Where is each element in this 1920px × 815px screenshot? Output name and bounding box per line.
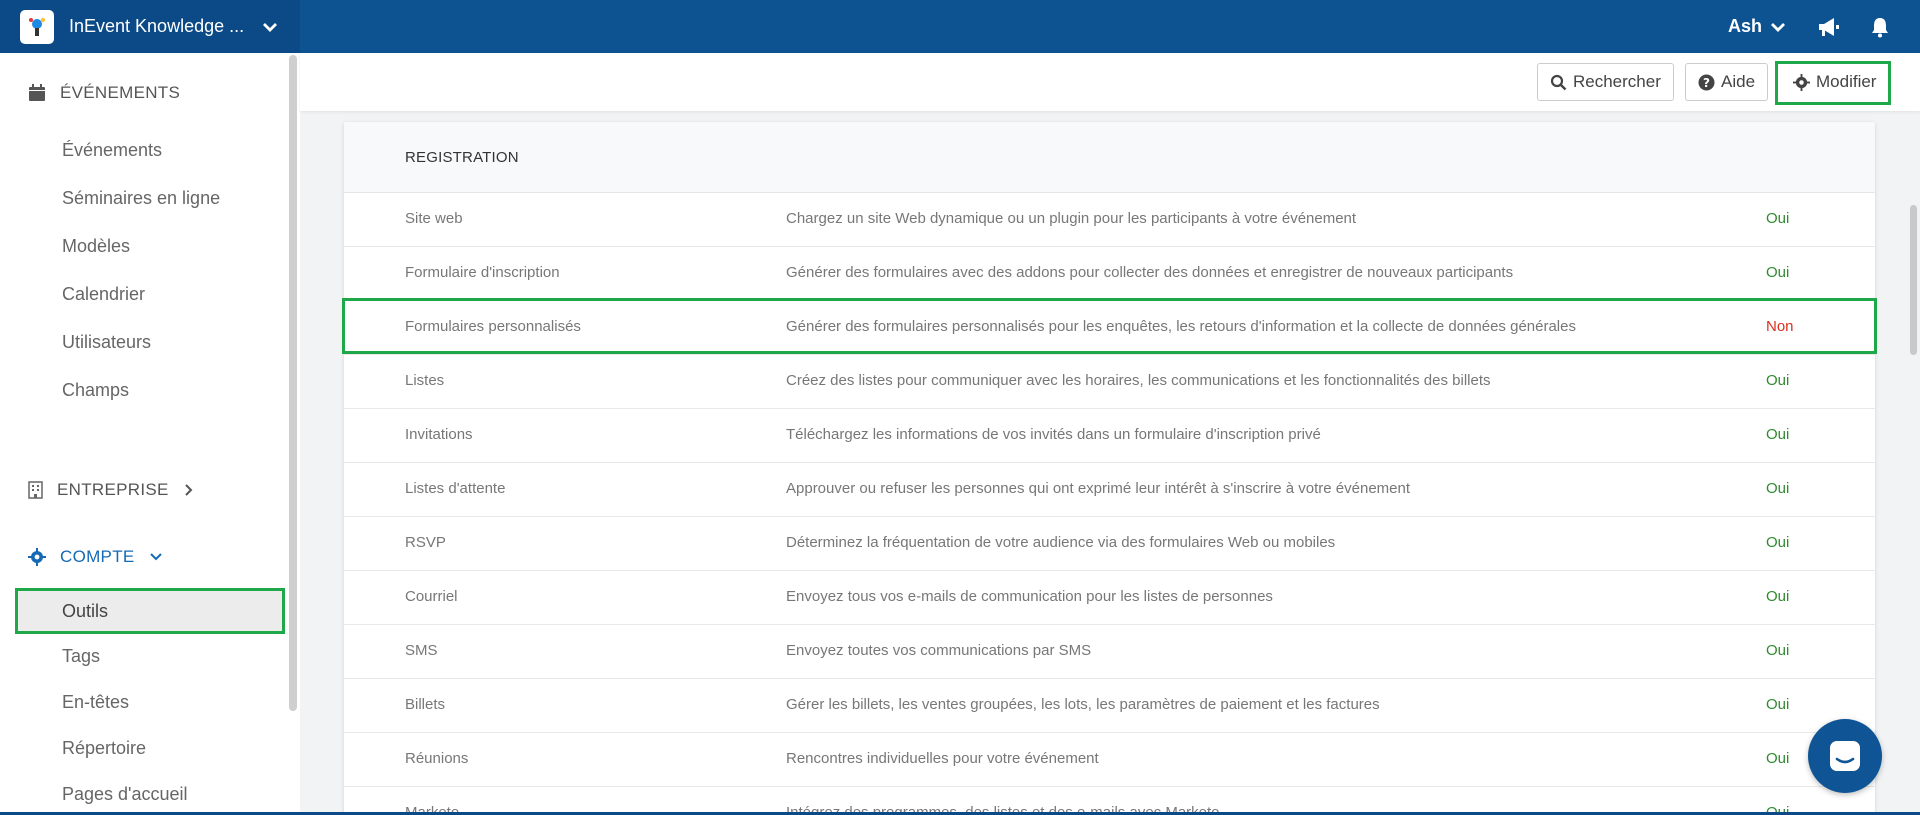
app-switcher[interactable]: InEvent Knowledge ... — [0, 0, 300, 53]
tool-status[interactable]: Oui — [1766, 588, 1789, 605]
sidebar-section-label: COMPTE — [60, 547, 135, 566]
sidebar-section-label: ÉVÉNEMENTS — [60, 83, 181, 102]
sidebar-scrollbar[interactable] — [289, 55, 297, 711]
tool-name: Site web — [405, 210, 463, 227]
sidebar-item-seminaires[interactable]: Séminaires en ligne — [62, 188, 220, 209]
table-row[interactable]: Réunions Rencontres individuelles pour vo… — [344, 733, 1875, 787]
building-icon — [28, 481, 43, 499]
sidebar-item-en-tetes[interactable]: En-têtes — [62, 692, 129, 713]
sidebar-section-account[interactable]: COMPTE — [28, 547, 163, 567]
megaphone-icon[interactable] — [1816, 16, 1840, 38]
tool-name: SMS — [405, 642, 438, 659]
table-row[interactable]: Formulaire d'inscription Générer des form… — [344, 247, 1875, 301]
chat-launcher[interactable] — [1808, 719, 1882, 793]
tool-description: Téléchargez les informations de vos invi… — [786, 426, 1321, 443]
help-button[interactable]: ? Aide — [1685, 63, 1769, 101]
tool-name: Invitations — [405, 426, 473, 443]
tool-status[interactable]: Oui — [1766, 426, 1789, 443]
chevron-down-icon — [1771, 22, 1785, 32]
sidebar-item-evenements[interactable]: Événements — [62, 140, 162, 161]
tool-status[interactable]: Oui — [1766, 642, 1789, 659]
tool-status[interactable]: Oui — [1766, 534, 1789, 551]
tool-name: Formulaires personnalisés — [405, 318, 581, 335]
sidebar-item-label: Outils — [62, 601, 109, 621]
tool-description: Générer des formulaires personnalisés po… — [786, 318, 1576, 335]
sidebar-item-tags[interactable]: Tags — [62, 646, 100, 667]
tool-description: Envoyez toutes vos communications par SM… — [786, 642, 1092, 659]
sidebar-item-repertoire[interactable]: Répertoire — [62, 738, 146, 759]
tools-table: REGISTRATION Site web Chargez un site Web… — [344, 122, 1875, 815]
tool-name: Réunions — [405, 750, 469, 767]
tool-name: Listes d'attente — [405, 480, 506, 497]
user-name: Ash — [1727, 16, 1762, 36]
calendar-icon — [29, 84, 45, 101]
chat-icon — [1830, 741, 1860, 771]
tool-description: Chargez un site Web dynamique ou un plug… — [786, 210, 1357, 227]
user-menu[interactable]: Ash — [1728, 16, 1786, 37]
gear-icon — [28, 548, 46, 566]
tool-name: Listes — [405, 372, 445, 389]
table-row[interactable]: Site web Chargez un site Web dynamique ou… — [344, 193, 1875, 247]
table-row[interactable]: Invitations Téléchargez les informations … — [344, 409, 1875, 463]
table-row[interactable]: RSVP Déterminez la fréquentation de votre… — [344, 517, 1875, 571]
search-button-label: Rechercher — [1573, 72, 1661, 91]
sidebar-item-modeles[interactable]: Modèles — [62, 236, 130, 257]
tool-description: Créez des listes pour communiquer avec l… — [786, 372, 1491, 389]
tool-name: Billets — [405, 696, 446, 713]
sidebar-item-calendrier[interactable]: Calendrier — [62, 284, 145, 305]
sidebar-section-company[interactable]: ENTREPRISE — [28, 480, 193, 500]
search-icon — [1550, 74, 1567, 90]
sidebar-item-champs[interactable]: Champs — [62, 380, 129, 401]
tool-name: RSVP — [405, 534, 446, 551]
sidebar-item-outils[interactable]: Outils — [15, 588, 285, 634]
tool-description: Envoyez tous vos e-mails de communicatio… — [786, 588, 1273, 605]
table-row[interactable]: Billets Gérer les billets, les ventes gro… — [344, 679, 1875, 733]
app-logo — [20, 9, 54, 44]
sidebar-item-pages-accueil[interactable]: Pages d'accueil — [62, 784, 188, 805]
help-button-label: Aide — [1721, 72, 1756, 91]
tool-status[interactable]: Oui — [1766, 210, 1789, 227]
app-title: InEvent Knowledge ... — [69, 16, 245, 36]
sidebar: ÉVÉNEMENTS Événements Séminaires en lign… — [0, 53, 300, 815]
tool-name: Formulaire d'inscription — [405, 264, 560, 281]
question-circle-icon: ? — [1698, 74, 1715, 90]
tool-status[interactable]: Oui — [1766, 696, 1789, 713]
bell-icon[interactable] — [1870, 16, 1890, 38]
table-row[interactable]: Courriel Envoyez tous vos e-mails de comm… — [344, 571, 1875, 625]
table-row[interactable]: Formulaires personnalisés Générer des for… — [344, 301, 1875, 355]
table-row[interactable]: SMS Envoyez toutes vos communications par… — [344, 625, 1875, 679]
tool-status[interactable]: Oui — [1766, 480, 1789, 497]
top-bar: InEvent Knowledge ... Ash — [0, 0, 1920, 53]
tool-description: Déterminez la fréquentation de votre aud… — [786, 534, 1336, 551]
table-section-title: REGISTRATION — [344, 122, 1875, 193]
edit-button-highlight — [1775, 61, 1891, 105]
chevron-down-icon — [149, 553, 162, 561]
table-row[interactable]: Listes d'attente Approuver ou refuser les… — [344, 463, 1875, 517]
sidebar-item-utilisateurs[interactable]: Utilisateurs — [62, 332, 151, 353]
tool-status[interactable]: Non — [1766, 318, 1794, 335]
table-body: Site web Chargez un site Web dynamique ou… — [344, 193, 1875, 815]
chevron-down-icon[interactable] — [262, 21, 278, 33]
tool-status[interactable]: Oui — [1766, 264, 1789, 281]
tool-status[interactable]: Oui — [1766, 750, 1789, 767]
tool-name: Courriel — [405, 588, 458, 605]
table-row[interactable]: Marketo Intégrez des programmes, des list… — [344, 787, 1875, 815]
search-button[interactable]: Rechercher — [1537, 63, 1674, 101]
chevron-right-icon — [184, 484, 193, 496]
tool-description: Générer des formulaires avec des addons … — [786, 264, 1514, 281]
toolbar: Rechercher ? Aide Modifier — [300, 53, 1920, 111]
tool-description: Approuver ou refuser les personnes qui o… — [786, 480, 1411, 497]
page-scrollbar[interactable] — [1910, 205, 1917, 355]
table-row[interactable]: Listes Créez des listes pour communiquer … — [344, 355, 1875, 409]
svg-text:?: ? — [1703, 76, 1710, 90]
sidebar-section-label: ENTREPRISE — [57, 480, 169, 499]
tool-description: Gérer les billets, les ventes groupées, … — [786, 696, 1380, 713]
tool-status[interactable]: Oui — [1766, 372, 1789, 389]
sidebar-section-events[interactable]: ÉVÉNEMENTS — [28, 83, 180, 103]
tool-description: Rencontres individuelles pour votre évén… — [786, 750, 1099, 767]
